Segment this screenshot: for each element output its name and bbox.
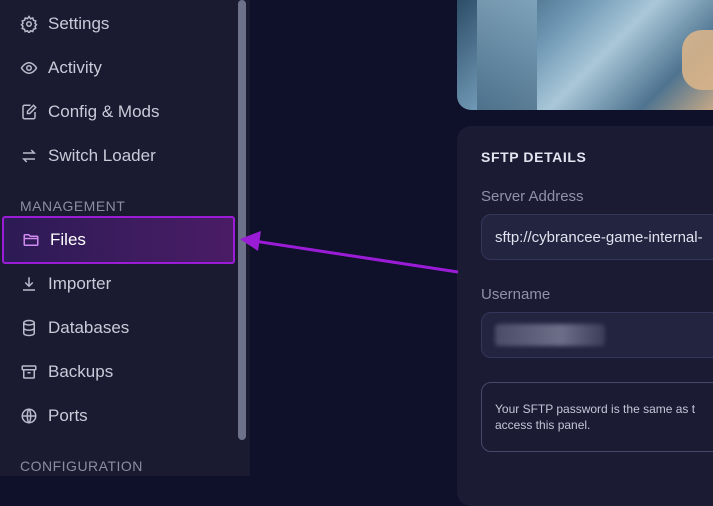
banner-building-shape xyxy=(477,0,537,110)
sidebar-item-label: Config & Mods xyxy=(48,102,160,121)
sidebar-item-files[interactable]: Files xyxy=(2,216,235,264)
sftp-details-panel: SFTP DETAILS Server Address sftp://cybra… xyxy=(457,126,713,506)
username-redacted xyxy=(495,324,605,346)
sidebar-item-activity[interactable]: Activity xyxy=(0,46,236,90)
sidebar-item-label: Switch Loader xyxy=(48,146,156,165)
gear-icon xyxy=(20,15,38,33)
sidebar-item-backups[interactable]: Backups xyxy=(0,350,236,394)
eye-icon xyxy=(20,59,38,77)
sidebar-scrollbar[interactable] xyxy=(238,0,246,440)
sftp-password-note: Your SFTP password is the same as t acce… xyxy=(481,382,713,452)
server-address-label: Server Address xyxy=(481,188,584,205)
username-field[interactable] xyxy=(481,312,713,358)
section-label-configuration: CONFIGURATION xyxy=(20,458,143,474)
sidebar-item-ports[interactable]: Ports xyxy=(0,394,236,438)
sidebar-item-switch-loader[interactable]: Switch Loader xyxy=(0,134,236,178)
sidebar: Settings Activity Config & Mods Switch L… xyxy=(0,0,250,476)
sidebar-item-label: Files xyxy=(50,230,86,249)
banner-figure-shape xyxy=(682,30,713,90)
swap-icon xyxy=(20,147,38,165)
sidebar-item-databases[interactable]: Databases xyxy=(0,306,236,350)
sidebar-item-importer[interactable]: Importer xyxy=(0,262,236,306)
server-address-field[interactable]: sftp://cybrancee-game-internal- xyxy=(481,214,713,260)
sidebar-item-label: Activity xyxy=(48,58,102,77)
sidebar-item-label: Settings xyxy=(48,14,110,33)
sidebar-item-label: Backups xyxy=(48,362,114,381)
file-edit-icon xyxy=(20,103,38,121)
section-label-management: MANAGEMENT xyxy=(20,198,126,214)
sidebar-item-label: Importer xyxy=(48,274,112,293)
folder-icon xyxy=(22,231,40,249)
database-icon xyxy=(20,319,38,337)
server-banner-image xyxy=(457,0,713,110)
download-icon xyxy=(20,275,38,293)
globe-icon xyxy=(20,407,38,425)
panel-title: SFTP DETAILS xyxy=(481,149,587,165)
username-label: Username xyxy=(481,286,551,303)
sidebar-item-label: Ports xyxy=(48,406,88,425)
server-address-value: sftp://cybrancee-game-internal- xyxy=(495,228,703,246)
sidebar-item-config-mods[interactable]: Config & Mods xyxy=(0,90,236,134)
sidebar-item-settings[interactable]: Settings xyxy=(0,2,236,46)
sidebar-item-label: Databases xyxy=(48,318,130,337)
archive-icon xyxy=(20,363,38,381)
